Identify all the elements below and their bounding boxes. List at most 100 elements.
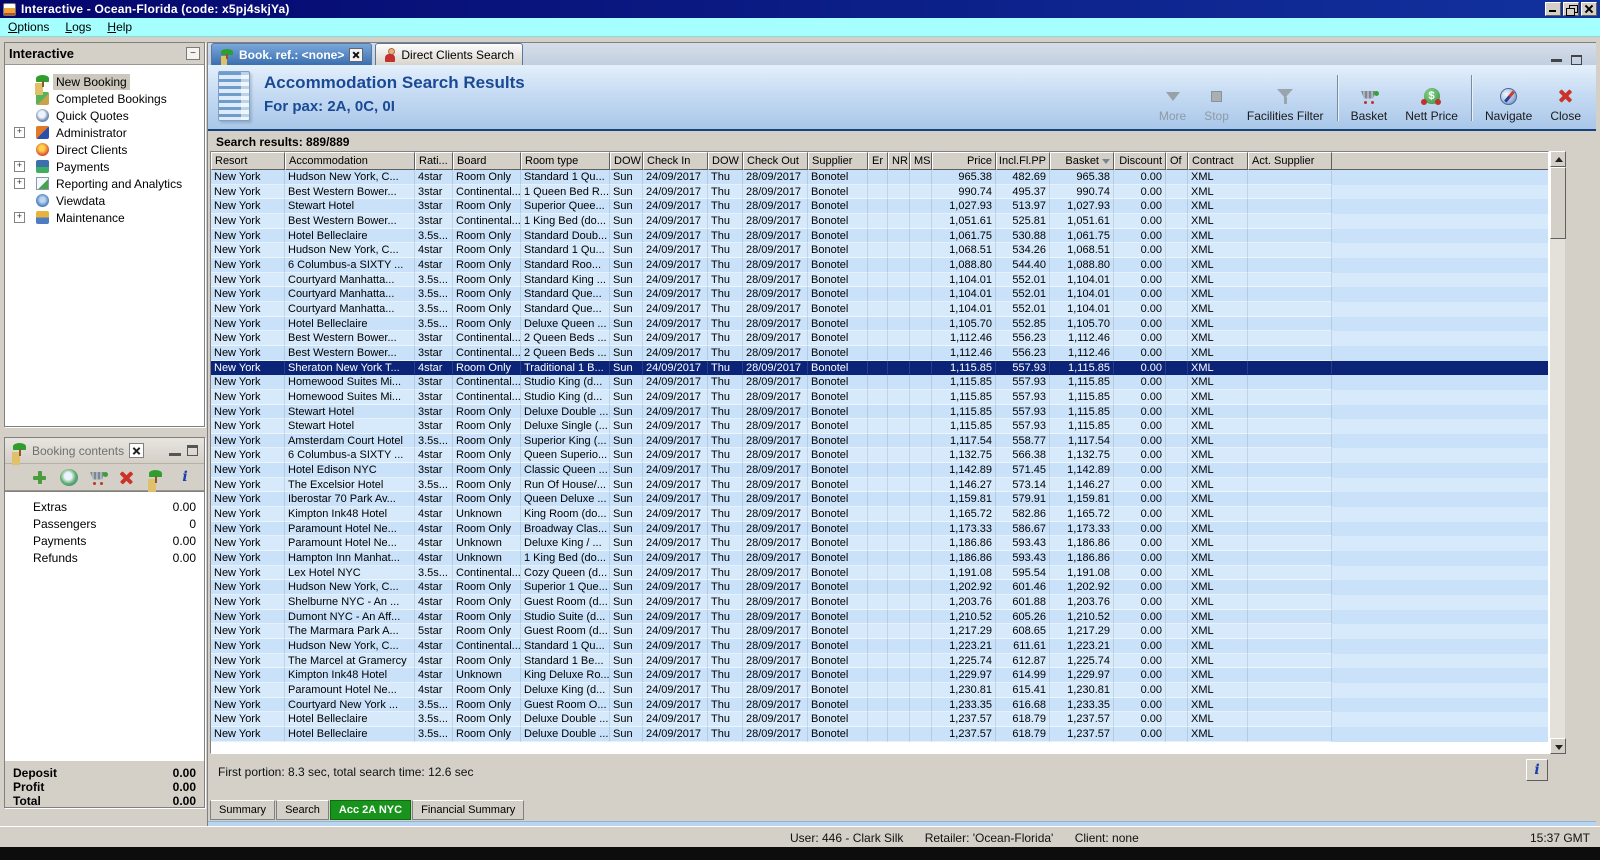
nett-price-button[interactable]: Nett Price	[1396, 73, 1467, 123]
expand-icon[interactable]: +	[14, 161, 25, 172]
column-header-room-type[interactable]: Room type	[521, 152, 610, 170]
column-header-incl-fl-pp[interactable]: Incl.Fl.PP	[996, 152, 1050, 170]
maximize-icon[interactable]	[1571, 55, 1582, 65]
table-row[interactable]: New York Lex Hotel NYC 3.5s... Continental.…	[211, 565, 1548, 581]
sidebar-item-direct-clients[interactable]: Direct Clients	[5, 141, 204, 158]
cart-icon[interactable]	[89, 469, 107, 486]
table-row[interactable]: New York Dumont NYC - An Aff... 4star Room …	[211, 609, 1548, 625]
sidebar-item-completed-bookings[interactable]: Completed Bookings	[5, 90, 204, 107]
close-button[interactable]: Close	[1541, 73, 1590, 123]
table-row[interactable]: New York 6 Columbus-a SIXTY ... 4star Room …	[211, 257, 1548, 273]
table-row[interactable]: New York Stewart Hotel 3star Room Only Delux…	[211, 404, 1548, 420]
minimize-icon[interactable]	[1545, 2, 1561, 16]
column-header-ms[interactable]: MS	[910, 152, 932, 170]
tab-book-ref-none-[interactable]: Book. ref.: <none>	[211, 43, 373, 65]
table-row[interactable]: New York Hotel Belleclaire 3.5s... Room Onl…	[211, 726, 1548, 742]
column-header-board[interactable]: Board	[453, 152, 521, 170]
facilities-filter-button[interactable]: Facilities Filter	[1238, 73, 1333, 123]
add-icon[interactable]	[31, 469, 49, 486]
bottom-tab-summary[interactable]: Summary	[210, 800, 276, 820]
table-row[interactable]: New York Kimpton Ink48 Hotel 4star Unknown K…	[211, 668, 1548, 683]
table-row[interactable]: New York Best Western Bower... 3star Contin…	[211, 213, 1548, 229]
table-row[interactable]: New York Hotel Belleclaire 3.5s... Room Onl…	[211, 316, 1548, 332]
quick-quote-icon[interactable]	[60, 468, 78, 486]
bottom-tab-financial-summary[interactable]: Financial Summary	[412, 800, 525, 820]
collapse-icon[interactable]: −	[186, 47, 200, 60]
table-row[interactable]: New York Best Western Bower... 3star Contin…	[211, 345, 1548, 361]
close-icon[interactable]	[349, 47, 364, 62]
sidebar-item-quick-quotes[interactable]: Quick Quotes	[5, 107, 204, 124]
column-header-of[interactable]: Of	[1166, 152, 1188, 170]
table-row[interactable]: New York Best Western Bower... 3star Contin…	[211, 184, 1548, 200]
table-row[interactable]: New York Paramount Hotel Ne... 4star Room O…	[211, 682, 1548, 698]
scroll-down-icon[interactable]	[1550, 738, 1566, 754]
booking-contents-tab[interactable]: Booking contents	[5, 438, 150, 463]
info-button[interactable]	[1526, 759, 1548, 781]
table-row[interactable]: New York Paramount Hotel Ne... 4star Unknow…	[211, 536, 1548, 552]
table-row[interactable]: New York The Marmara Park A... 5star Room O…	[211, 624, 1548, 639]
minimize-icon[interactable]	[169, 453, 181, 456]
column-header-rati-[interactable]: Rati...	[415, 152, 453, 170]
expand-icon[interactable]: +	[14, 178, 25, 189]
delete-icon[interactable]	[118, 469, 136, 486]
column-header-act-supplier[interactable]: Act. Supplier	[1248, 152, 1332, 170]
table-row[interactable]: New York Courtyard Manhatta... 3.5s... Room…	[211, 301, 1548, 317]
table-row[interactable]: New York Stewart Hotel 3star Room Only Delux…	[211, 419, 1548, 434]
table-row[interactable]: New York The Excelsior Hotel 3.5s... Room O…	[211, 477, 1548, 493]
table-row[interactable]: New York Hotel Edison NYC 3star Room Only Cl…	[211, 463, 1548, 478]
bottom-tab-acc-2a-nyc[interactable]: Acc 2A NYC	[329, 800, 412, 820]
table-row[interactable]: New York Homewood Suites Mi... 3star Contin…	[211, 375, 1548, 390]
column-header-check-in[interactable]: Check In	[643, 152, 708, 170]
menu-item-help[interactable]: Help	[99, 19, 140, 35]
close-icon[interactable]	[129, 443, 145, 458]
table-row[interactable]: New York Hampton Inn Manhat... 4star Unknow…	[211, 551, 1548, 566]
column-header-dow[interactable]: DOW	[610, 152, 643, 170]
column-header-basket[interactable]: Basket	[1050, 152, 1114, 170]
expand-icon[interactable]: +	[14, 212, 25, 223]
table-row[interactable]: New York Shelburne NYC - An ... 4star Room …	[211, 595, 1548, 610]
navigate-button[interactable]: Navigate	[1476, 73, 1541, 123]
scroll-up-icon[interactable]	[1550, 151, 1566, 167]
table-row[interactable]: New York Hudson New York, C... 4star Room O…	[211, 170, 1548, 185]
table-row[interactable]: New York Courtyard Manhatta... 3.5s... Room…	[211, 272, 1548, 288]
column-header-resort[interactable]: Resort	[211, 152, 285, 170]
column-header-discount[interactable]: Discount	[1114, 152, 1166, 170]
bottom-tab-search[interactable]: Search	[276, 800, 329, 820]
column-header-nr[interactable]: NR	[888, 152, 910, 170]
column-header-supplier[interactable]: Supplier	[808, 152, 868, 170]
column-header-dow[interactable]: DOW	[708, 152, 743, 170]
minimize-icon[interactable]	[1551, 58, 1562, 62]
table-row[interactable]: New York Paramount Hotel Ne... 4star Room O…	[211, 521, 1548, 537]
sidebar-item-payments[interactable]: + Payments	[5, 158, 204, 175]
basket-button[interactable]: Basket	[1342, 73, 1397, 123]
table-row[interactable]: New York 6 Columbus-a SIXTY ... 4star Room …	[211, 448, 1548, 464]
maximize-icon[interactable]	[187, 445, 198, 456]
restore-icon[interactable]	[1563, 2, 1579, 16]
table-row[interactable]: New York Homewood Suites Mi... 3star Contin…	[211, 389, 1548, 405]
table-row[interactable]: New York Kimpton Ink48 Hotel 4star Unknown K…	[211, 507, 1548, 522]
table-row[interactable]: New York Hudson New York, C... 4star Contin…	[211, 639, 1548, 654]
table-row[interactable]: New York Hudson New York, C... 4star Room O…	[211, 580, 1548, 596]
sidebar-item-maintenance[interactable]: + Maintenance	[5, 209, 204, 226]
scrollbar-thumb[interactable]	[1550, 167, 1566, 239]
table-row[interactable]: New York Courtyard Manhatta... 3.5s... Room…	[211, 287, 1548, 302]
column-header-contract[interactable]: Contract	[1188, 152, 1248, 170]
menu-item-options[interactable]: Options	[0, 19, 57, 35]
column-header-check-out[interactable]: Check Out	[743, 152, 808, 170]
close-icon[interactable]	[1581, 2, 1597, 16]
column-header-price[interactable]: Price	[932, 152, 996, 170]
sidebar-item-new-booking[interactable]: New Booking	[5, 73, 204, 90]
vertical-scrollbar[interactable]	[1549, 151, 1566, 754]
tab-direct-clients-search[interactable]: Direct Clients Search	[375, 43, 524, 65]
table-row[interactable]: New York Hotel Belleclaire 3.5s... Room Onl…	[211, 228, 1548, 244]
table-row[interactable]: New York Iberostar 70 Park Av... 4star Room…	[211, 492, 1548, 508]
table-row[interactable]: New York The Marcel at Gramercy 4star Room …	[211, 653, 1548, 669]
column-header-accommodation[interactable]: Accommodation	[285, 152, 415, 170]
column-header-er[interactable]: Er	[868, 152, 888, 170]
table-row[interactable]: New York Amsterdam Court Hotel 3.5s... Room…	[211, 433, 1548, 449]
info-icon[interactable]	[176, 469, 194, 486]
table-row[interactable]: New York Courtyard New York ... 3.5s... Roo…	[211, 697, 1548, 713]
table-row[interactable]: New York Sheraton New York T... 4star Room …	[211, 360, 1548, 376]
table-row[interactable]: New York Best Western Bower... 3star Contin…	[211, 331, 1548, 346]
palm-tree-icon[interactable]	[147, 469, 165, 486]
